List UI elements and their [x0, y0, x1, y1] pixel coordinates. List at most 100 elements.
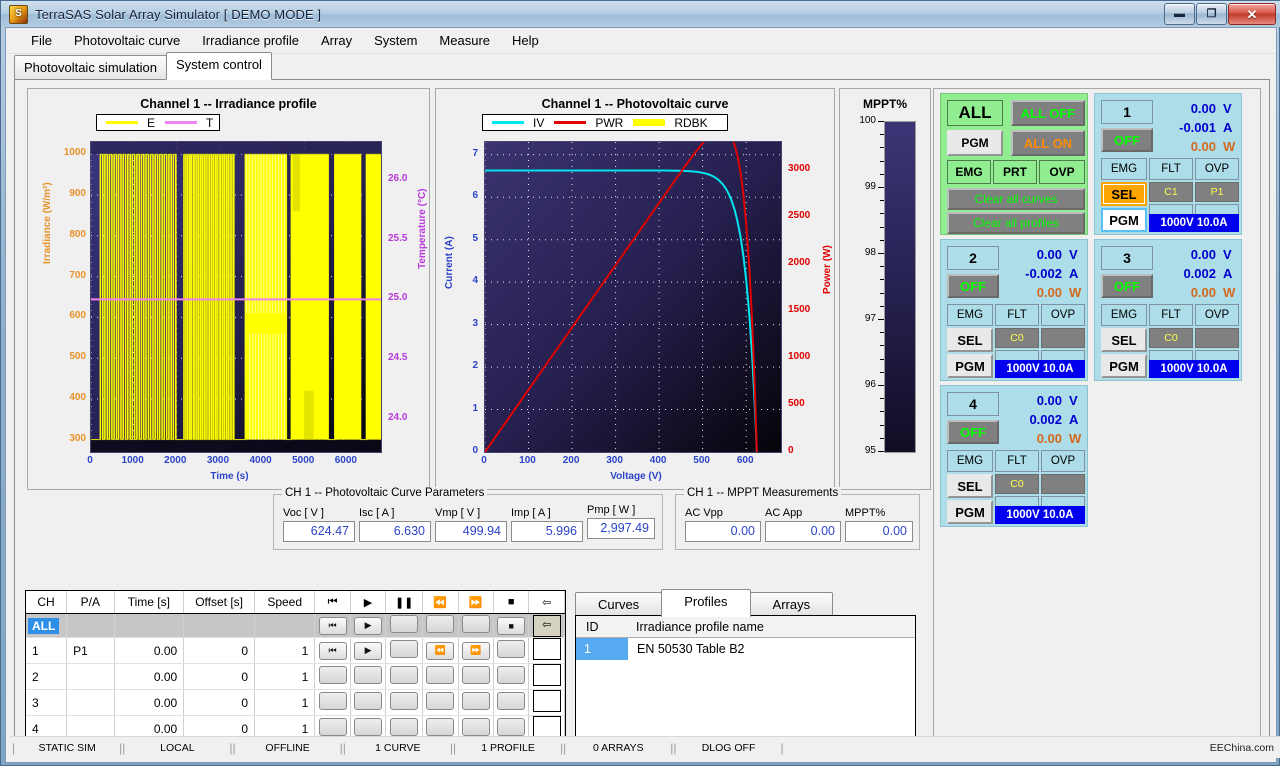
menu-measure[interactable]: Measure	[428, 30, 501, 51]
back-button[interactable]: ⇦	[532, 614, 561, 637]
channel-flt-1[interactable]: FLT	[1149, 158, 1193, 180]
menu-help[interactable]: Help	[501, 30, 550, 51]
transport-button-2[interactable]	[390, 640, 419, 658]
channel-onoff-1[interactable]: OFF	[1101, 128, 1153, 152]
all-pgm-button[interactable]: PGM	[947, 130, 1003, 156]
channel-onoff-3[interactable]: OFF	[1101, 274, 1153, 298]
field-ac-app-value[interactable]: 0.00	[765, 521, 841, 542]
channel-flt-3[interactable]: FLT	[1149, 304, 1193, 326]
channel-flt-4[interactable]: FLT	[995, 450, 1039, 472]
channel-emg-1[interactable]: EMG	[1101, 158, 1147, 180]
channel-profile-slot-4[interactable]	[1041, 474, 1085, 494]
transport-button-4[interactable]	[461, 666, 490, 684]
transport-button-1[interactable]	[354, 718, 383, 736]
list-item[interactable]: 1 EN 50530 Table B2	[576, 638, 915, 660]
transport-button-1[interactable]: ▶	[354, 616, 383, 635]
channel-sel-3[interactable]: SEL	[1101, 328, 1147, 352]
channel-number-4[interactable]: 4	[947, 392, 999, 416]
tab-curves[interactable]: Curves	[575, 592, 663, 617]
menu-photovoltaic-curve[interactable]: Photovoltaic curve	[63, 30, 191, 51]
clear-all-curves-button[interactable]: Clear all curves	[947, 188, 1085, 210]
channel-pgm-3[interactable]: PGM	[1101, 354, 1147, 378]
channel-pgm-2[interactable]: PGM	[947, 354, 993, 378]
channel-onoff-4[interactable]: OFF	[947, 420, 999, 444]
transport-button-2[interactable]	[390, 615, 419, 633]
table-row[interactable]: 2 0.00 0 1	[26, 663, 565, 690]
channel-curve-slot-4[interactable]: C0	[995, 474, 1039, 494]
transport-button-3[interactable]	[426, 692, 455, 710]
field-voc-value[interactable]: 624.47	[283, 521, 355, 542]
title-bar[interactable]: TerraSAS Solar Array Simulator [ DEMO MO…	[1, 1, 1280, 27]
channel-flt-2[interactable]: FLT	[995, 304, 1039, 326]
back-button[interactable]	[532, 664, 561, 686]
field-imp-value[interactable]: 5.996	[511, 521, 583, 542]
all-ovp-button[interactable]: OVP	[1039, 160, 1085, 184]
channel-profile-slot-1[interactable]: P1	[1195, 182, 1239, 202]
transport-button-3[interactable]	[426, 718, 455, 736]
back-button[interactable]	[532, 690, 561, 712]
transport-button-5[interactable]	[497, 666, 526, 684]
transport-button-0[interactable]: ⏮	[318, 641, 347, 660]
transport-button-4[interactable]: ⏩	[461, 641, 490, 660]
transport-button-3[interactable]: ⏪	[426, 641, 455, 660]
channel-emg-2[interactable]: EMG	[947, 304, 993, 326]
channel-sel-2[interactable]: SEL	[947, 328, 993, 352]
channel-ovp-2[interactable]: OVP	[1041, 304, 1085, 326]
field-mppt-pct-value[interactable]: 0.00	[845, 521, 913, 542]
transport-button-5[interactable]	[497, 718, 526, 736]
channel-number-3[interactable]: 3	[1101, 246, 1153, 270]
field-ac-vpp-value[interactable]: 0.00	[685, 521, 761, 542]
back-button[interactable]	[532, 638, 561, 660]
channel-curve-slot-3[interactable]: C0	[1149, 328, 1193, 348]
field-pmp-value[interactable]: 2,997.49	[587, 518, 655, 539]
pv-plot-area[interactable]	[484, 141, 782, 453]
transport-button-5[interactable]	[497, 640, 526, 658]
transport-button-5[interactable]	[497, 692, 526, 710]
channel-sel-1[interactable]: SEL	[1101, 182, 1147, 206]
clear-all-profiles-button[interactable]: Clear all profiles	[947, 212, 1085, 234]
transport-button-4[interactable]	[461, 692, 490, 710]
irradiance-plot-area[interactable]	[90, 141, 382, 453]
all-prt-button[interactable]: PRT	[993, 160, 1037, 184]
transport-button-0[interactable]: ⏮	[318, 616, 347, 635]
transport-button-2[interactable]	[390, 666, 419, 684]
channel-ovp-1[interactable]: OVP	[1195, 158, 1239, 180]
channel-curve-slot-2[interactable]: C0	[995, 328, 1039, 348]
transport-button-2[interactable]	[390, 718, 419, 736]
table-row[interactable]: 1 P1 0.00 0 1 ⏮ ▶ ⏪ ⏩	[26, 637, 565, 664]
transport-button-1[interactable]	[354, 692, 383, 710]
transport-button-3[interactable]	[426, 666, 455, 684]
table-row[interactable]: 3 0.00 0 1	[26, 689, 565, 716]
channel-sel-4[interactable]: SEL	[947, 474, 993, 498]
menu-system[interactable]: System	[363, 30, 428, 51]
close-button[interactable]: ✕	[1228, 3, 1276, 25]
channel-pgm-4[interactable]: PGM	[947, 500, 993, 524]
all-off-button[interactable]: ALL OFF	[1011, 100, 1085, 126]
transport-button-4[interactable]	[461, 718, 490, 736]
transport-button-1[interactable]: ▶	[354, 641, 383, 660]
channel-onoff-2[interactable]: OFF	[947, 274, 999, 298]
channel-emg-4[interactable]: EMG	[947, 450, 993, 472]
channel-ovp-3[interactable]: OVP	[1195, 304, 1239, 326]
back-button[interactable]	[532, 716, 561, 738]
table-row[interactable]: ALL ⏮ ▶ ■ ⇦	[26, 613, 565, 638]
tab-arrays[interactable]: Arrays	[749, 592, 834, 617]
profiles-list[interactable]: ID Irradiance profile name 1 EN 50530 Ta…	[575, 615, 916, 746]
channel-ovp-4[interactable]: OVP	[1041, 450, 1085, 472]
maximize-button[interactable]: ❐	[1196, 3, 1227, 25]
tab-photovoltaic-simulation[interactable]: Photovoltaic simulation	[14, 55, 167, 80]
field-isc-value[interactable]: 6.630	[359, 521, 431, 542]
transport-button-1[interactable]	[354, 666, 383, 684]
channel-profile-slot-3[interactable]	[1195, 328, 1239, 348]
tab-profiles[interactable]: Profiles	[661, 589, 751, 617]
channel-number-1[interactable]: 1	[1101, 100, 1153, 124]
menu-file[interactable]: File	[20, 30, 63, 51]
channel-curve-slot-1[interactable]: C1	[1149, 182, 1193, 202]
all-on-button[interactable]: ALL ON	[1011, 130, 1085, 156]
channel-transport-table[interactable]: CH P/A Time [s] Offset [s] Speed ⏮ ▶ ❚❚ ⏪ ⏩ ■ ⇦ ALL…	[25, 590, 566, 746]
transport-button-2[interactable]	[390, 692, 419, 710]
all-label-button[interactable]: ALL	[947, 100, 1003, 126]
tab-system-control[interactable]: System control	[165, 52, 272, 80]
transport-button-5[interactable]: ■	[497, 616, 526, 635]
channel-number-2[interactable]: 2	[947, 246, 999, 270]
